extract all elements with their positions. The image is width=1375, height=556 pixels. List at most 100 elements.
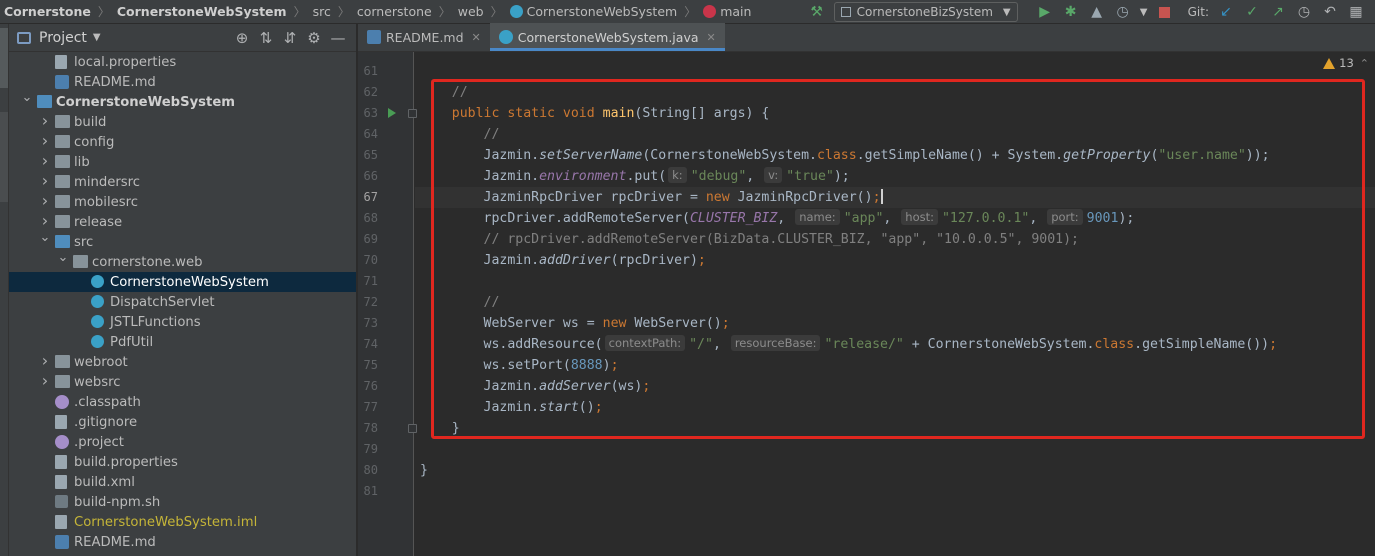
git-push-icon[interactable]: ↗ — [1267, 2, 1289, 22]
code-line[interactable]: Jazmin.addDriver(rpcDriver); — [420, 250, 706, 271]
breadcrumb-item[interactable]: cornerstone — [355, 4, 434, 19]
profile-icon[interactable]: ◷ — [1112, 2, 1134, 22]
close-icon[interactable]: ✕ — [707, 31, 716, 44]
tree-item[interactable]: PdfUtil — [9, 332, 356, 352]
hide-panel-icon[interactable]: — — [327, 28, 349, 48]
code-token: rpcDriver.addRemoteServer( — [420, 211, 690, 226]
breadcrumb-item[interactable]: Cornerstone — [2, 4, 93, 19]
collapse-all-icon[interactable]: ⇵ — [279, 28, 301, 48]
tree-item[interactable]: › release — [9, 211, 356, 232]
fold-icon[interactable] — [408, 109, 417, 118]
code-line[interactable]: ws.setPort(8888); — [420, 355, 619, 376]
chevron-down-icon[interactable]: ⌄ — [39, 230, 51, 245]
chevron-down-icon[interactable]: ▼ — [93, 32, 101, 43]
tree-item[interactable]: CornerstoneWebSystem.iml — [9, 512, 356, 532]
chevron-right-icon[interactable]: › — [39, 211, 51, 230]
chevron-right-icon[interactable]: › — [39, 131, 51, 150]
structure-tool-tab[interactable] — [0, 112, 8, 202]
editor-tab-bar: README.md ✕ CornerstoneWebSystem.java ✕ — [358, 23, 1375, 52]
code-line[interactable]: } — [420, 460, 428, 481]
breadcrumb-item[interactable]: CornerstoneWebSystem — [508, 4, 680, 19]
code-line[interactable]: Jazmin.setServerName(CornerstoneWebSyste… — [420, 145, 1270, 166]
git-update-icon[interactable]: ↙ — [1215, 2, 1237, 22]
chevron-right-icon[interactable]: › — [39, 191, 51, 210]
code-line[interactable]: public static void main(String[] args) { — [420, 103, 770, 124]
tree-item[interactable]: › lib — [9, 151, 356, 172]
inspection-warnings-badge[interactable]: 13 ⌃ — [1323, 56, 1369, 70]
code-editor[interactable]: 61 62 63 64 65 66 67 68 69 70 71 72 73 74 75 76 77 78 79 80… — [358, 52, 1375, 556]
code-line[interactable]: // — [420, 82, 468, 103]
editor-tab[interactable]: CornerstoneWebSystem.java ✕ — [489, 23, 725, 51]
tree-item[interactable]: .gitignore — [9, 412, 356, 432]
project-panel-title[interactable]: Project — [39, 30, 87, 46]
code-line[interactable]: JazminRpcDriver rpcDriver = new JazminRp… — [415, 187, 1375, 208]
tree-item[interactable]: local.properties — [9, 52, 356, 72]
chevron-up-icon[interactable]: ⌃ — [1360, 57, 1369, 70]
locate-target-icon[interactable]: ⊕ — [231, 28, 253, 48]
more-run-chevron-icon[interactable]: ▼ — [1138, 2, 1150, 22]
history-icon[interactable]: ◷ — [1293, 2, 1315, 22]
coverage-icon[interactable]: ▲ — [1086, 2, 1108, 22]
code-token: ; — [642, 379, 651, 394]
chevron-down-icon[interactable]: ⌄ — [21, 90, 33, 105]
code-token: (rpcDriver) — [610, 253, 698, 268]
chevron-right-icon[interactable]: › — [39, 371, 51, 390]
tree-item[interactable]: README.md — [9, 72, 356, 92]
rollback-icon[interactable]: ↶ — [1319, 2, 1341, 22]
debug-icon[interactable]: ✱ — [1060, 2, 1082, 22]
chevron-down-icon[interactable]: ⌄ — [57, 250, 69, 265]
code-line[interactable]: } — [420, 418, 460, 439]
code-line[interactable]: // — [420, 292, 500, 313]
vcs-window-icon[interactable]: ▦ — [1345, 2, 1367, 22]
tree-item[interactable]: › config — [9, 131, 356, 152]
gear-icon[interactable]: ⚙ — [303, 28, 325, 48]
build-hammer-icon[interactable]: ⚒ — [806, 2, 828, 22]
tree-item[interactable]: JSTLFunctions — [9, 312, 356, 332]
chevron-right-icon[interactable]: › — [39, 351, 51, 370]
tree-item[interactable]: build.properties — [9, 452, 356, 472]
tree-item[interactable]: .project — [9, 432, 356, 452]
chevron-right-icon[interactable]: › — [39, 111, 51, 130]
code-line[interactable]: // rpcDriver.addRemoteServer(BizData.CLU… — [420, 229, 1079, 250]
tree-item[interactable]: ⌄ src — [9, 230, 356, 252]
tree-item[interactable]: .classpath — [9, 392, 356, 412]
tree-item[interactable]: ⌄ cornerstone.web — [9, 250, 356, 272]
stop-icon[interactable] — [1154, 2, 1176, 22]
code-line[interactable]: // — [420, 124, 500, 145]
code-line[interactable]: Jazmin.addServer(ws); — [420, 376, 651, 397]
tree-item[interactable]: CornerstoneWebSystem — [9, 272, 356, 292]
code-line[interactable]: WebServer ws = new WebServer(); — [420, 313, 730, 334]
tree-item[interactable]: README.md — [9, 532, 356, 552]
run-configuration-select[interactable]: CornerstoneBizSystem ▼ — [833, 2, 1018, 22]
code-line[interactable]: rpcDriver.addRemoteServer(CLUSTER_BIZ, n… — [420, 208, 1134, 229]
chevron-right-icon[interactable]: › — [39, 171, 51, 190]
breadcrumb-item[interactable]: src — [311, 4, 333, 19]
tree-item[interactable]: › build — [9, 111, 356, 132]
run-icon[interactable]: ▶ — [1034, 2, 1056, 22]
editor-tab[interactable]: README.md ✕ — [358, 23, 490, 51]
run-main-icon[interactable] — [388, 108, 396, 118]
tree-item[interactable]: › mindersrc — [9, 171, 356, 192]
code-line[interactable]: Jazmin.start(); — [420, 397, 603, 418]
close-icon[interactable]: ✕ — [472, 31, 481, 44]
tree-item[interactable]: ⌄ CornerstoneWebSystem — [9, 90, 356, 112]
breadcrumb-item[interactable]: CornerstoneWebSystem — [115, 4, 289, 19]
code-line[interactable]: Jazmin.environment.put(k: "debug", v: "tru… — [420, 166, 850, 187]
tree-item[interactable]: DispatchServlet — [9, 292, 356, 312]
tree-item[interactable]: build.xml — [9, 472, 356, 492]
code-line[interactable]: ws.addResource(contextPath: "/", resource… — [420, 334, 1277, 355]
breadcrumb-item[interactable]: web — [456, 4, 486, 19]
tree-item[interactable]: › websrc — [9, 371, 356, 392]
chevron-right-icon[interactable]: › — [39, 151, 51, 170]
fold-icon[interactable] — [408, 424, 417, 433]
folder-icon — [55, 195, 70, 208]
breadcrumb-item[interactable]: main — [701, 4, 753, 19]
properties-file-icon — [55, 515, 67, 529]
project-tool-tab[interactable] — [0, 28, 8, 88]
tree-item-label: build-npm.sh — [74, 494, 161, 510]
tree-item[interactable]: build-npm.sh — [9, 492, 356, 512]
expand-all-icon[interactable]: ⇅ — [255, 28, 277, 48]
tree-item[interactable]: › webroot — [9, 351, 356, 372]
git-commit-icon[interactable]: ✓ — [1241, 2, 1263, 22]
tree-item[interactable]: › mobilesrc — [9, 191, 356, 212]
